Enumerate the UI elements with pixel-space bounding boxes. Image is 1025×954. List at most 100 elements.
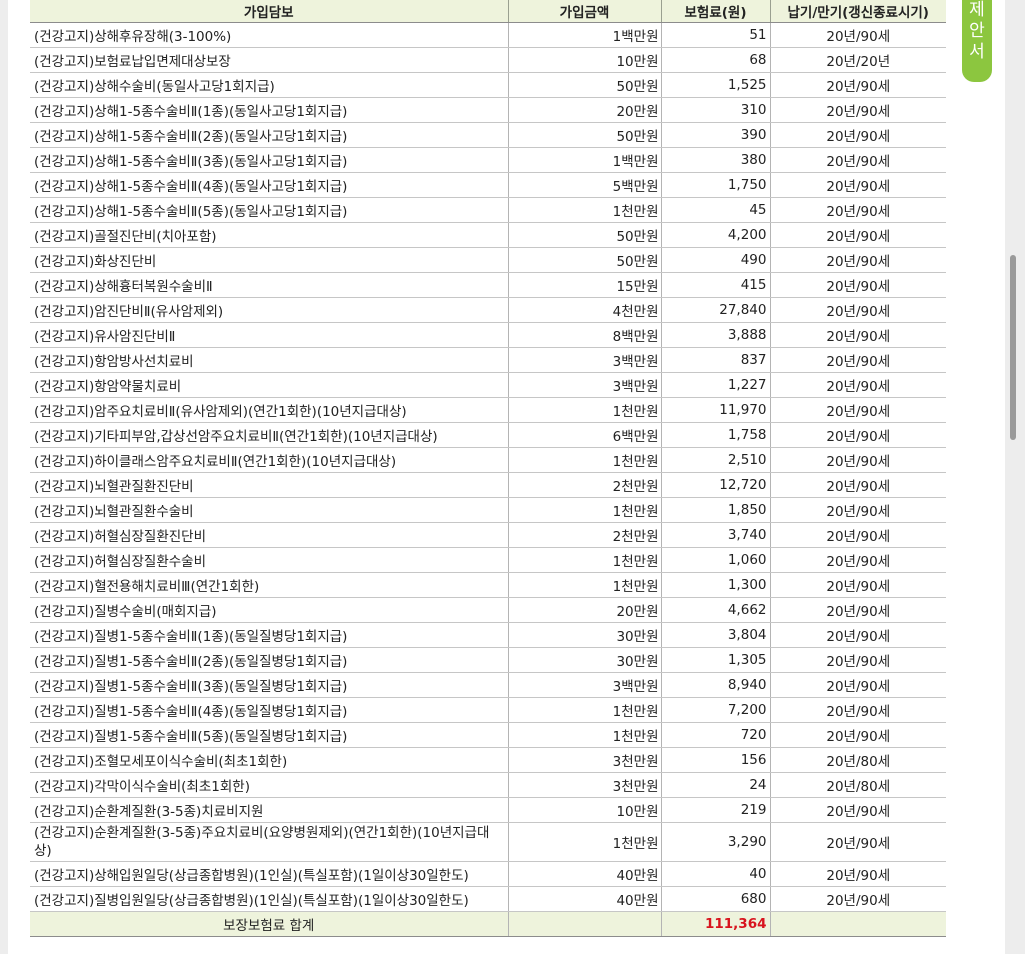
premium-cell: 156 — [661, 747, 771, 773]
premium-cell: 51 — [661, 22, 771, 48]
amount-cell: 8백만원 — [508, 322, 662, 348]
term-cell: 20년/90세 — [770, 722, 946, 748]
coverage-name-cell: (건강고지)각막이식수술비(최초1회한) — [30, 772, 509, 798]
coverage-name-cell: (건강고지)질병입원일당(상급종합병원)(1인실)(특실포함)(1일이상30일한… — [30, 886, 509, 912]
side-tab-char: 안 — [969, 21, 985, 41]
amount-cell: 15만원 — [508, 272, 662, 298]
table-row: (건강고지)상해입원일당(상급종합병원)(1인실)(특실포함)(1일이상30일한… — [30, 861, 946, 887]
premium-cell: 3,740 — [661, 522, 771, 548]
term-cell: 20년/90세 — [770, 247, 946, 273]
table-row: (건강고지)뇌혈관질환수술비 1천만원 1,850 20년/90세 — [30, 497, 946, 523]
amount-cell: 50만원 — [508, 72, 662, 98]
premium-cell: 24 — [661, 772, 771, 798]
amount-cell: 1천만원 — [508, 547, 662, 573]
table-row: (건강고지)뇌혈관질환진단비 2천만원 12,720 20년/90세 — [30, 472, 946, 498]
term-cell: 20년/90세 — [770, 886, 946, 912]
total-amount-empty — [508, 911, 662, 937]
coverage-name-cell: (건강고지)상해1-5종수술비Ⅱ(4종)(동일사고당1회지급) — [30, 172, 509, 198]
coverage-table: 가입담보 가입금액 보험료(원) 납기/만기(갱신종료시기) (건강고지)상해후… — [30, 0, 946, 937]
term-cell: 20년/90세 — [770, 122, 946, 148]
term-cell: 20년/90세 — [770, 822, 946, 862]
premium-cell: 1,850 — [661, 497, 771, 523]
coverage-name-cell: (건강고지)항암방사선치료비 — [30, 347, 509, 373]
table-row: (건강고지)순환계질환(3-5종)주요치료비(요양병원제외)(연간1회한)(10… — [30, 822, 946, 862]
premium-cell: 720 — [661, 722, 771, 748]
table-row: (건강고지)조혈모세포이식수술비(최초1회한) 3천만원 156 20년/80세 — [30, 747, 946, 773]
coverage-name-cell: (건강고지)질병1-5종수술비Ⅱ(3종)(동일질병당1회지급) — [30, 672, 509, 698]
premium-cell: 27,840 — [661, 297, 771, 323]
premium-cell: 415 — [661, 272, 771, 298]
premium-cell: 8,940 — [661, 672, 771, 698]
amount-cell: 30만원 — [508, 647, 662, 673]
premium-cell: 7,200 — [661, 697, 771, 723]
table-row: (건강고지)질병1-5종수술비Ⅱ(1종)(동일질병당1회지급) 30만원 3,804… — [30, 622, 946, 648]
term-cell: 20년/90세 — [770, 697, 946, 723]
term-cell: 20년/80세 — [770, 747, 946, 773]
coverage-name-cell: (건강고지)상해1-5종수술비Ⅱ(3종)(동일사고당1회지급) — [30, 147, 509, 173]
term-cell: 20년/90세 — [770, 322, 946, 348]
table-row: (건강고지)순환계질환(3-5종)치료비지원 10만원 219 20년/90세 — [30, 797, 946, 823]
premium-cell: 11,970 — [661, 397, 771, 423]
premium-cell: 1,305 — [661, 647, 771, 673]
premium-cell: 1,750 — [661, 172, 771, 198]
table-row: (건강고지)화상진단비 50만원 490 20년/90세 — [30, 247, 946, 273]
term-cell: 20년/90세 — [770, 422, 946, 448]
table-row: (건강고지)암주요치료비Ⅱ(유사암제외)(연간1회한)(10년지급대상) 1천만원… — [30, 397, 946, 423]
proposal-side-tab[interactable]: 제 안 서 — [962, 0, 992, 82]
premium-cell: 380 — [661, 147, 771, 173]
term-cell: 20년/90세 — [770, 147, 946, 173]
table-row: (건강고지)각막이식수술비(최초1회한) 3천만원 24 20년/80세 — [30, 772, 946, 798]
amount-cell: 30만원 — [508, 622, 662, 648]
term-cell: 20년/80세 — [770, 772, 946, 798]
amount-cell: 5백만원 — [508, 172, 662, 198]
term-cell: 20년/90세 — [770, 172, 946, 198]
premium-cell: 4,662 — [661, 597, 771, 623]
coverage-name-cell: (건강고지)질병1-5종수술비Ⅱ(4종)(동일질병당1회지급) — [30, 697, 509, 723]
coverage-name-cell: (건강고지)뇌혈관질환수술비 — [30, 497, 509, 523]
term-cell: 20년/90세 — [770, 672, 946, 698]
amount-cell: 3천만원 — [508, 747, 662, 773]
premium-cell: 12,720 — [661, 472, 771, 498]
amount-cell: 3백만원 — [508, 372, 662, 398]
total-label: 보장보험료 합계 — [30, 911, 509, 937]
amount-cell: 4천만원 — [508, 297, 662, 323]
scrollbar-thumb[interactable] — [1010, 255, 1016, 440]
term-cell: 20년/90세 — [770, 522, 946, 548]
term-cell: 20년/90세 — [770, 222, 946, 248]
coverage-name-cell: (건강고지)화상진단비 — [30, 247, 509, 273]
header-amount: 가입금액 — [508, 0, 662, 23]
table-row: (건강고지)상해1-5종수술비Ⅱ(4종)(동일사고당1회지급) 5백만원 1,750… — [30, 172, 946, 198]
coverage-name-cell: (건강고지)기타피부암,갑상선암주요치료비Ⅱ(연간1회한)(10년지급대상) — [30, 422, 509, 448]
term-cell: 20년/90세 — [770, 272, 946, 298]
amount-cell: 1천만원 — [508, 497, 662, 523]
coverage-name-cell: (건강고지)하이클래스암주요치료비Ⅱ(연간1회한)(10년지급대상) — [30, 447, 509, 473]
total-row: 보장보험료 합계 111,364 — [30, 911, 946, 937]
coverage-name-cell: (건강고지)질병1-5종수술비Ⅱ(5종)(동일질병당1회지급) — [30, 722, 509, 748]
coverage-name-cell: (건강고지)질병수술비(매회지급) — [30, 597, 509, 623]
term-cell: 20년/90세 — [770, 572, 946, 598]
coverage-name-cell: (건강고지)조혈모세포이식수술비(최초1회한) — [30, 747, 509, 773]
amount-cell: 1천만원 — [508, 447, 662, 473]
premium-cell: 310 — [661, 97, 771, 123]
amount-cell: 1천만원 — [508, 722, 662, 748]
coverage-name-cell: (건강고지)뇌혈관질환진단비 — [30, 472, 509, 498]
term-cell: 20년/90세 — [770, 397, 946, 423]
amount-cell: 10만원 — [508, 797, 662, 823]
coverage-name-cell: (건강고지)상해입원일당(상급종합병원)(1인실)(특실포함)(1일이상30일한… — [30, 861, 509, 887]
premium-cell: 3,804 — [661, 622, 771, 648]
term-cell: 20년/90세 — [770, 597, 946, 623]
table-row: (건강고지)질병1-5종수술비Ⅱ(5종)(동일질병당1회지급) 1천만원 720 20… — [30, 722, 946, 748]
amount-cell: 1천만원 — [508, 697, 662, 723]
premium-cell: 1,227 — [661, 372, 771, 398]
term-cell: 20년/90세 — [770, 197, 946, 223]
table-row: (건강고지)질병1-5종수술비Ⅱ(2종)(동일질병당1회지급) 30만원 1,305… — [30, 647, 946, 673]
table-header-row: 가입담보 가입금액 보험료(원) 납기/만기(갱신종료시기) — [30, 0, 946, 23]
term-cell: 20년/90세 — [770, 22, 946, 48]
term-cell: 20년/90세 — [770, 472, 946, 498]
premium-cell: 680 — [661, 886, 771, 912]
amount-cell: 50만원 — [508, 247, 662, 273]
coverage-name-cell: (건강고지)상해수술비(동일사고당1회지급) — [30, 72, 509, 98]
premium-cell: 219 — [661, 797, 771, 823]
term-cell: 20년/90세 — [770, 297, 946, 323]
table-row: (건강고지)상해후유장해(3-100%) 1백만원 51 20년/90세 — [30, 22, 946, 48]
